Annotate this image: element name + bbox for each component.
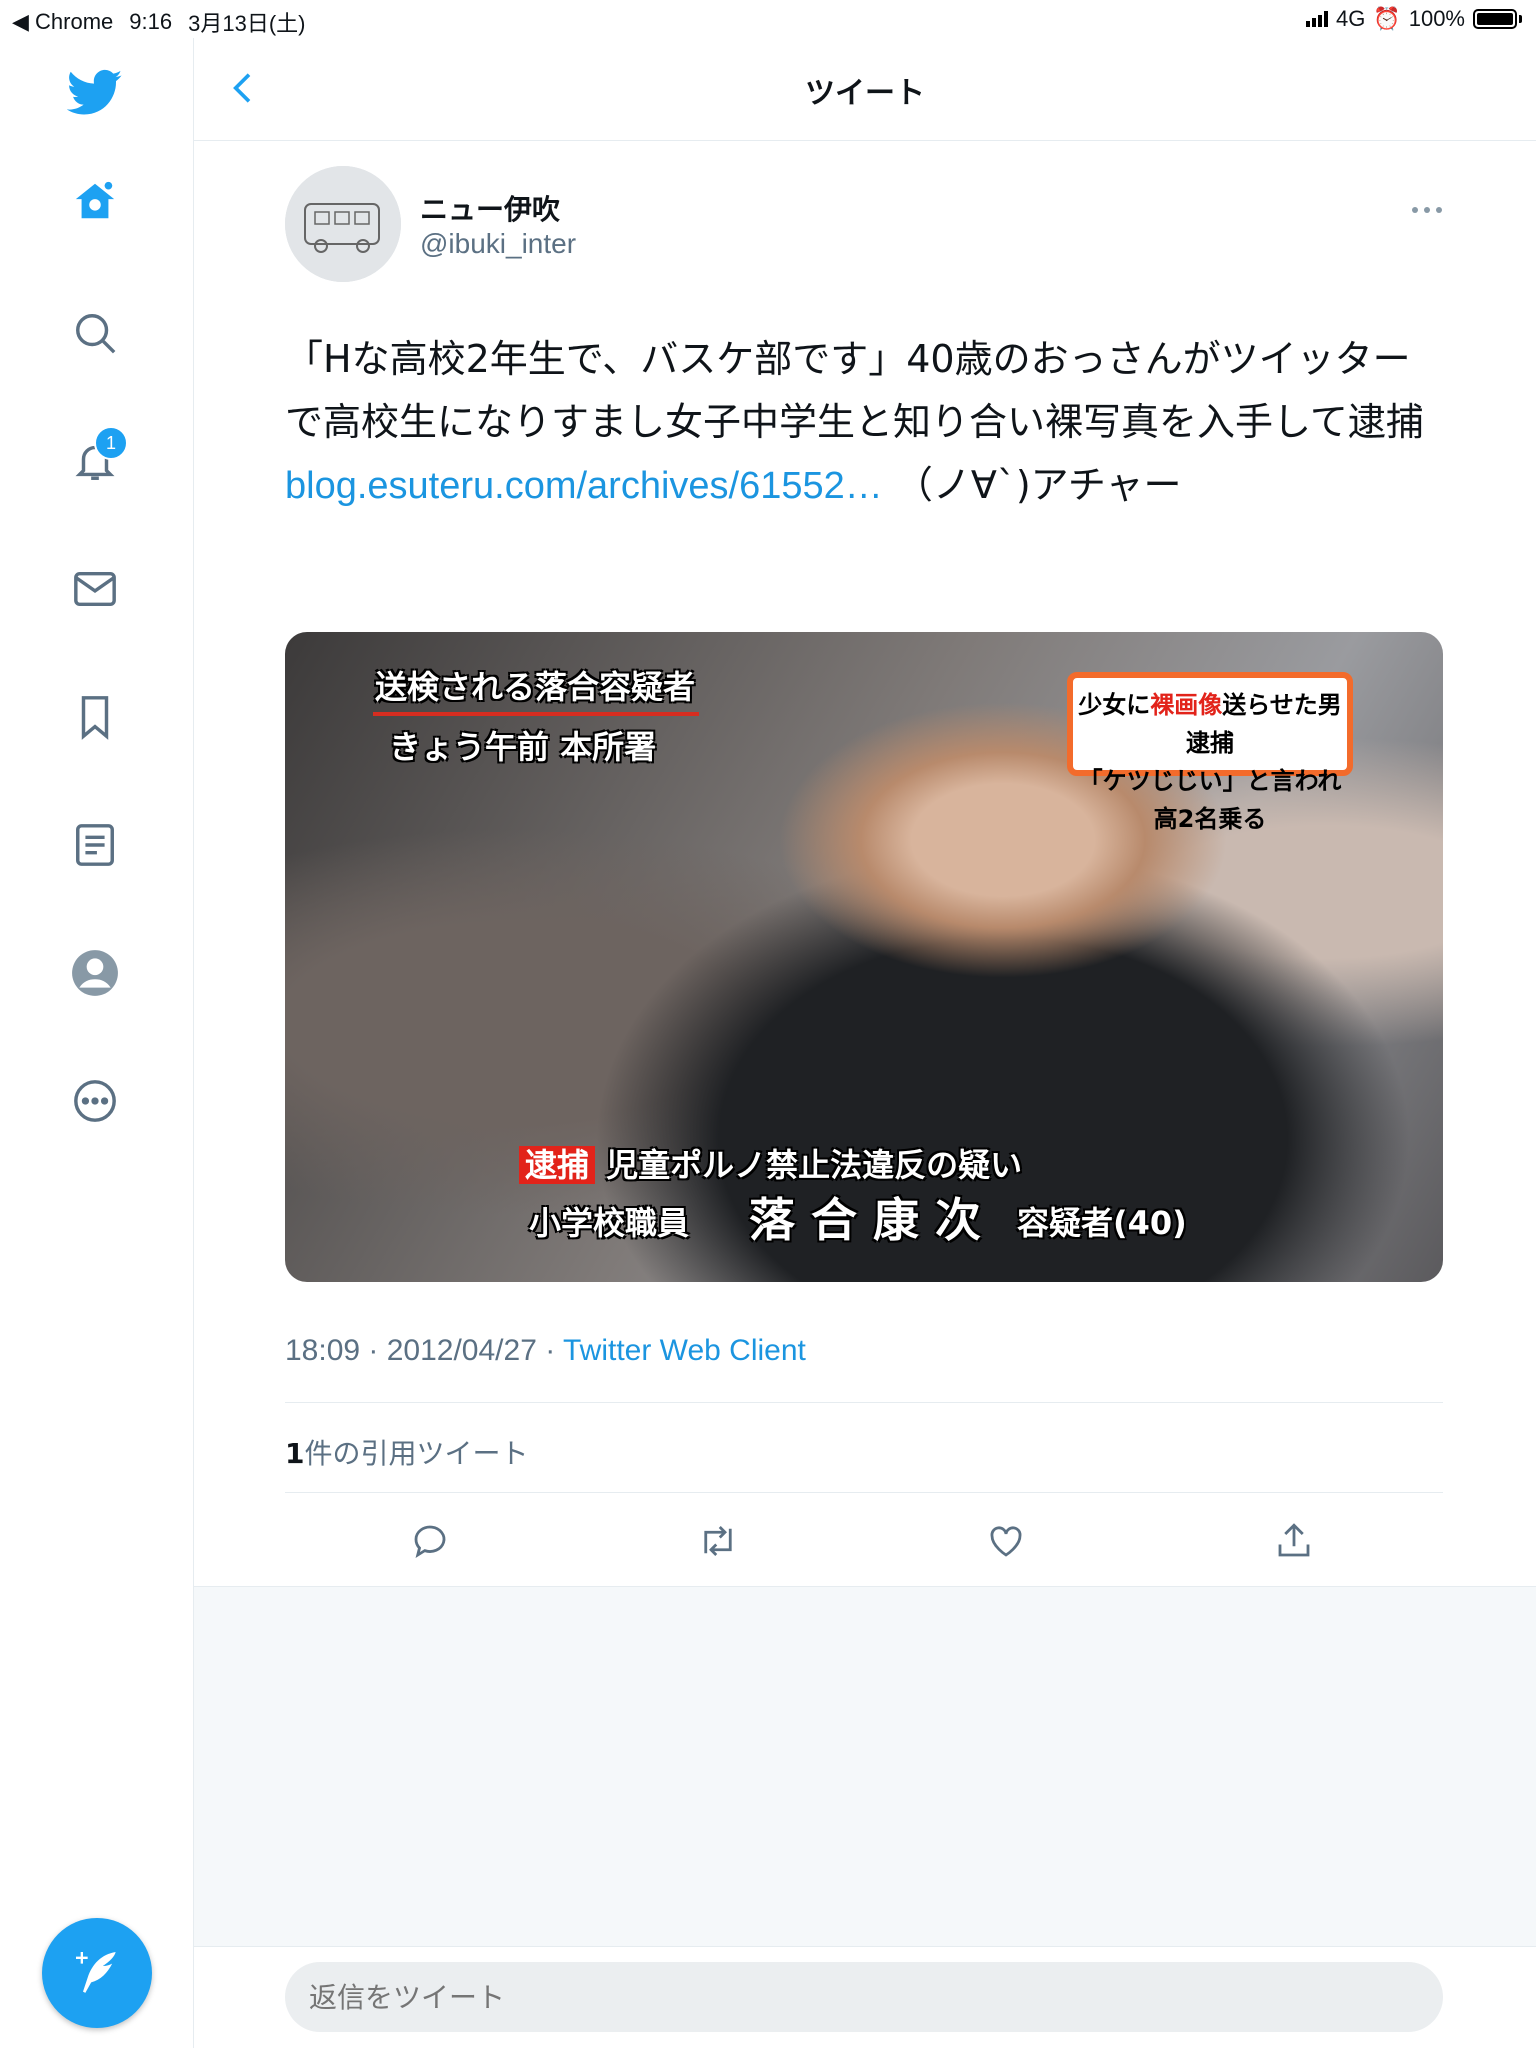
signal-icon [1305,11,1328,27]
twitter-logo-icon[interactable] [66,64,124,122]
notification-badge: 1 [94,426,128,460]
retweet-button[interactable] [697,1520,739,1562]
bus-sketch-avatar-icon [285,166,401,282]
like-button[interactable] [985,1520,1027,1562]
divider [285,1492,1443,1493]
tweet-timestamp[interactable]: 18:09 · 2012/04/27 · [285,1334,563,1367]
status-bar: ◀ Chrome 9:16 3月13日(土) 4G ⏰ 100% [0,0,1536,38]
arrest-tag: 逮捕 [519,1146,596,1184]
more-icon[interactable] [66,1072,124,1130]
author-handle[interactable]: @ibuki_inter [420,228,576,260]
status-date: 3月13日(土) [188,11,306,36]
page-title: ツイート [805,76,925,111]
battery-percent: 100% [1408,6,1465,31]
tweet-meta: 18:09 · 2012/04/27 · Twitter Web Client [285,1334,806,1368]
caption-suspect-name: 落 合 康 次 [749,1193,982,1247]
headline-line-1-a: 少女に [1078,691,1151,719]
caption-suspect-suffix: 容疑者(40) [1017,1204,1187,1242]
lists-icon[interactable] [66,816,124,874]
headline-line-2: 「ケツじじい」と言われ高2名乗る [1078,767,1342,833]
network-label: 4G [1335,6,1366,31]
quote-tweets-link[interactable]: 1件の引用ツイート [285,1432,529,1472]
home-icon[interactable] [66,172,124,230]
battery-icon [1473,9,1517,29]
caption-location-time: きょう午前 本所署 [389,728,657,766]
caption-sent-to-prosecutors: 送検される落合容疑者 [375,668,696,706]
share-button[interactable] [1273,1520,1315,1562]
caption-charge: 逮捕 児童ポルノ禁止法違反の疑い [519,1140,1022,1186]
bookmarks-icon[interactable] [66,688,124,746]
quote-label: 件の引用ツイート [304,1437,529,1470]
notifications-icon[interactable]: 1 [66,426,128,490]
tweet-more-button[interactable] [1410,200,1444,213]
tweet-client[interactable]: Twitter Web Client [563,1334,806,1367]
charge-text: 児童ポルノ禁止法違反の疑い [606,1146,1023,1184]
headline-line-1: 少女に裸画像送らせた男逮捕 [1073,686,1347,762]
ellipsis-icon [1412,207,1442,213]
share-icon [1278,1523,1310,1557]
messages-icon[interactable] [66,560,124,618]
headline-highlight: 裸画像 [1150,691,1223,719]
tweet-text-tail: （ノ∀`)アチャー [882,463,1182,507]
compose-tweet-button[interactable] [42,1918,152,2028]
status-time: 9:16 [129,9,173,34]
search-icon[interactable] [66,304,124,362]
tweet-media-image[interactable]: 送検される落合容疑者 きょう午前 本所署 少女に裸画像送らせた男逮捕 「ケツじじ… [285,632,1443,1282]
reply-icon [414,1525,446,1559]
tweet-text-body: 「Hな高校2年生で、バスケ部です」40歳のおっさんがツイッターで高校生になりすま… [285,337,1424,444]
tweet-link[interactable]: blog.esuteru.com/archives/61552… [285,465,883,507]
feather-plus-icon [76,1952,116,1993]
retweet-icon [704,1526,732,1556]
author-name[interactable]: ニュー伊吹 [420,188,560,228]
caption-underline [373,712,699,716]
headline-box: 少女に裸画像送らせた男逮捕 「ケツじじい」と言われ高2名乗る [1067,672,1353,833]
heart-icon [990,1526,1022,1557]
divider [285,1402,1443,1403]
back-to-app-link[interactable]: ◀ Chrome [12,9,113,35]
alarm-icon: ⏰ [1373,6,1401,31]
sidebar-nav: 1 [0,38,194,2048]
tweet-text: 「Hな高校2年生で、バスケ部です」40歳のおっさんがツイッターで高校生になりすま… [285,328,1435,518]
battery-tip [1519,15,1522,23]
empty-replies-area [194,1586,1536,1947]
author-avatar[interactable] [285,166,401,282]
reply-input[interactable] [285,1962,1443,2032]
page-header: ツイート [194,38,1536,141]
caption-occupation: 小学校職員 [529,1204,690,1242]
reply-button[interactable] [409,1520,451,1562]
quote-count: 1 [285,1437,305,1470]
profile-icon[interactable] [66,944,124,1002]
